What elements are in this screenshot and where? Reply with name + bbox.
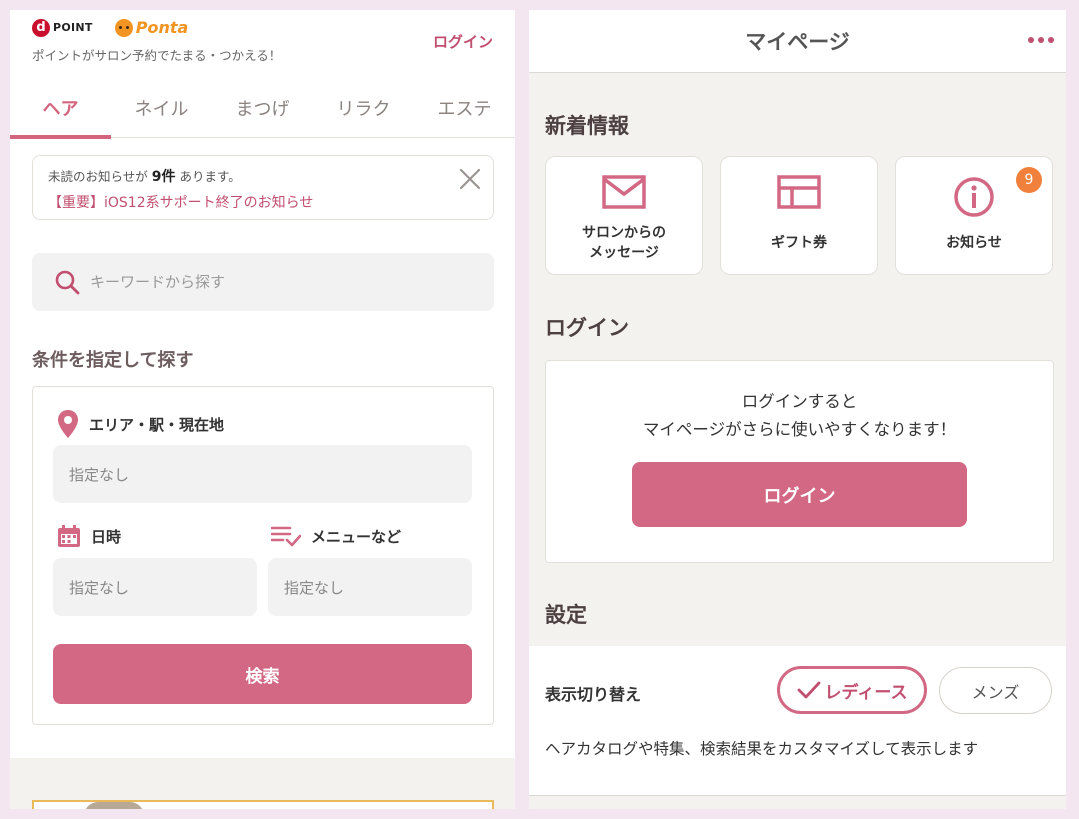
- promo-banner[interactable]: [32, 800, 494, 809]
- conditions-panel: エリア・駅・現在地 指定なし 日時 指定なし メニューなど 指定なし 検索: [32, 386, 494, 725]
- search-button[interactable]: 検索: [53, 644, 472, 704]
- dpoint-logo-icon: d: [32, 18, 50, 37]
- dpoint-label: POINT: [53, 21, 93, 34]
- ladies-label: レディース: [824, 682, 908, 703]
- banner-photo: [84, 802, 144, 809]
- tab-eyelash[interactable]: まつげ: [212, 86, 313, 137]
- gift-card-icon: [721, 175, 877, 209]
- settings-panel: 表示切り替え レディース メンズ ヘアカタログや特集、検索結果をカスタマイズして…: [529, 646, 1066, 796]
- ladies-toggle[interactable]: レディース: [777, 666, 927, 714]
- notification-badge: 9: [1016, 167, 1042, 193]
- date-field-label: 日時: [57, 524, 121, 548]
- salon-messages-card[interactable]: サロンからの メッセージ: [545, 156, 703, 275]
- ponta-logo-icon: [114, 18, 133, 37]
- salon-messages-label-line: サロンからの メッセージ: [582, 225, 666, 261]
- tab-nail[interactable]: ネイル: [111, 86, 212, 137]
- keyword-search-input[interactable]: [90, 273, 450, 291]
- display-switch-label: 表示切り替え: [545, 685, 642, 704]
- calendar-icon: [58, 525, 80, 547]
- date-field[interactable]: 指定なし: [53, 558, 257, 616]
- date-label-text: 日時: [91, 527, 122, 546]
- header-login-link[interactable]: ログイン: [433, 31, 493, 52]
- tab-relaxation[interactable]: リラク: [313, 86, 414, 137]
- unread-notice-banner: 未読のお知らせが 9件 あります。 【重要】iOS12系サポート終了のお知らせ: [32, 155, 494, 220]
- ponta-label: Ponta: [135, 18, 189, 37]
- salon-search-screen: d POINT Ponta ポイントがサロン予約でたまる・つかえる！ ログイン …: [10, 10, 515, 809]
- area-label-text: エリア・駅・現在地: [89, 415, 225, 434]
- points-tagline: ポイントがサロン予約でたまる・つかえる！: [32, 48, 282, 63]
- login-panel: ログインすると マイページがさらに使いやすくなります！ ログイン: [545, 360, 1054, 563]
- close-icon[interactable]: [459, 168, 481, 190]
- login-message-line2: マイページがさらに使いやすくなります！: [642, 420, 957, 439]
- my-page-header: マイページ: [529, 10, 1066, 73]
- page-title: マイページ: [745, 30, 850, 54]
- partner-logos: d POINT Ponta: [32, 18, 188, 37]
- unread-notice-text: 未読のお知らせが 9件 あります。: [48, 166, 241, 186]
- gift-card-label: ギフト券: [771, 235, 827, 251]
- notices-card[interactable]: お知らせ 9: [895, 156, 1053, 275]
- envelope-icon: [546, 175, 702, 209]
- notices-label: お知らせ: [946, 235, 1002, 251]
- area-field-label: エリア・駅・現在地: [57, 409, 224, 439]
- area-field[interactable]: 指定なし: [53, 445, 472, 503]
- unread-count: 9件: [151, 169, 176, 185]
- more-options-icon[interactable]: [1024, 37, 1054, 43]
- news-section-title: 新着情報: [545, 114, 629, 138]
- my-page-screen: マイページ 新着情報 サロンからの メッセージ ギフト券 お知らせ 9 ログイン…: [529, 10, 1066, 809]
- gift-card-card[interactable]: ギフト券: [720, 156, 878, 275]
- salon-messages-label: サロンからの メッセージ: [546, 223, 702, 263]
- menu-label-text: メニューなど: [311, 527, 402, 546]
- tab-hair[interactable]: ヘア: [10, 86, 111, 139]
- login-message-line1: ログインすると: [741, 392, 858, 411]
- notice-link[interactable]: 【重要】iOS12系サポート終了のお知らせ: [48, 192, 313, 212]
- conditions-title: 条件を指定して探す: [32, 350, 194, 371]
- checkmark-icon: [797, 681, 820, 699]
- map-pin-icon: [58, 410, 78, 438]
- tab-esthetic[interactable]: エステ: [414, 86, 515, 137]
- menu-field-label: メニューなど: [271, 524, 401, 548]
- mens-toggle[interactable]: メンズ: [939, 667, 1052, 714]
- menu-field[interactable]: 指定なし: [268, 558, 472, 616]
- notice-prefix: 未読のお知らせが: [48, 169, 152, 184]
- notice-suffix: あります。: [175, 169, 241, 184]
- search-icon: [55, 270, 80, 295]
- menu-checklist-icon: [271, 526, 301, 547]
- display-switch-description: ヘアカタログや特集、検索結果をカスタマイズして表示します: [545, 740, 979, 758]
- login-button[interactable]: ログイン: [632, 462, 967, 527]
- keyword-search-box[interactable]: [32, 253, 494, 311]
- category-tabs: ヘア ネイル まつげ リラク エステ: [10, 86, 515, 139]
- login-section-title: ログイン: [545, 316, 629, 340]
- settings-section-title: 設定: [545, 603, 587, 627]
